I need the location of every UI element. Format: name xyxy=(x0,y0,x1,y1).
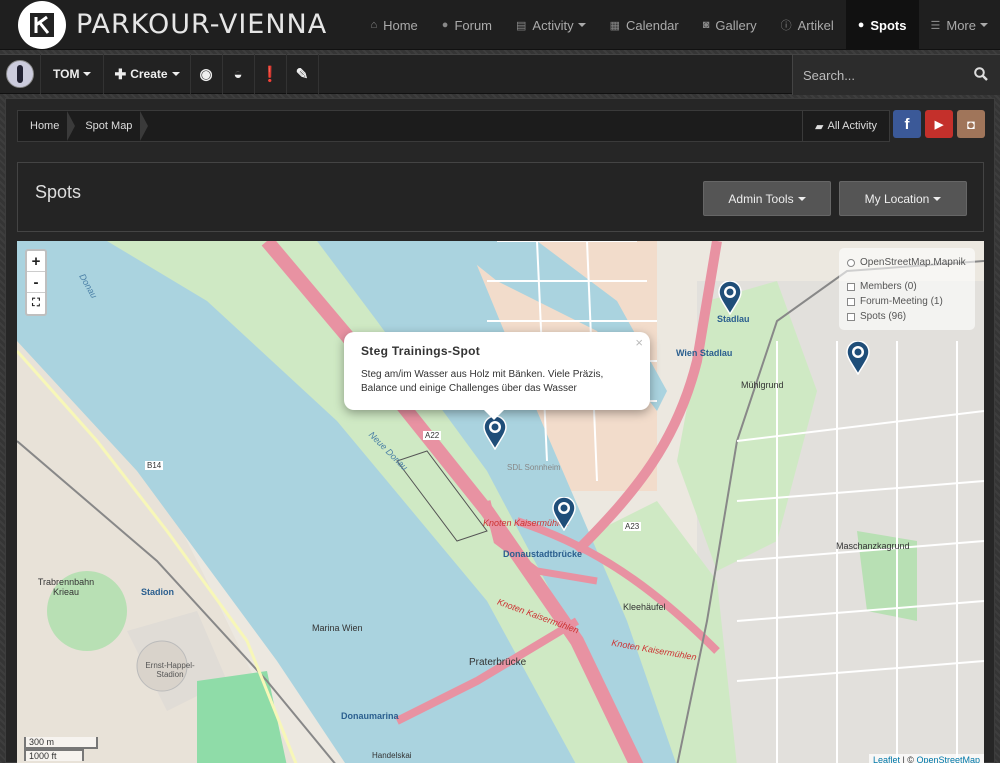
checkbox-icon xyxy=(847,297,855,306)
home-icon: ⌂ xyxy=(370,19,378,31)
map-label-a22: A22 xyxy=(423,431,442,440)
caret-down-icon xyxy=(577,23,586,27)
youtube-icon[interactable]: ▶ xyxy=(925,110,953,138)
spot-map[interactable]: Donaustadtbrücke Praterbrücke Kleehäufel… xyxy=(17,241,984,763)
map-label-donaumarina: Donaumarina xyxy=(341,711,399,721)
comments-icon: ● xyxy=(441,19,449,31)
calendar-icon: ▦ xyxy=(609,19,620,32)
map-label-marina-wien: Marina Wien xyxy=(312,623,363,633)
map-label-a23: A23 xyxy=(623,522,642,531)
page-header: Spots Admin Tools My Location xyxy=(17,162,984,232)
map-label-wien-stadlau: Wien Stadlau xyxy=(676,348,733,358)
create-menu[interactable]: ✚ Create xyxy=(104,54,191,94)
instagram-icon[interactable]: ◘ xyxy=(957,110,985,138)
caret-down-icon xyxy=(980,23,988,27)
popup-description: Steg am/im Wasser aus Holz mit Bänken. V… xyxy=(361,369,604,394)
map-label-sdl: SDL Sonnheim xyxy=(507,463,561,472)
map-label-ernst-happel: Ernst-Happel-Stadion xyxy=(145,661,195,679)
user-bar: TOM ✚ Create ◉ ◒ ❗ ✎ xyxy=(0,54,1000,95)
spot-marker-icon[interactable] xyxy=(846,341,870,375)
osm-link[interactable]: OpenStreetMap xyxy=(916,755,980,763)
leaflet-link[interactable]: Leaflet xyxy=(873,755,900,763)
main-nav: ⌂ Home ● Forum ▤ Activity ▦ Calendar ◙ Galler… xyxy=(358,0,1000,50)
caret-down-icon xyxy=(83,72,92,76)
breadcrumb-spot-map[interactable]: Spot Map xyxy=(73,111,149,141)
map-marker-icon: ● xyxy=(857,19,865,31)
checkbox-icon xyxy=(847,282,855,291)
site-logo[interactable]: PARKOUR-VIENNA xyxy=(18,0,328,49)
map-scale: 300 m 1000 ft xyxy=(24,737,98,761)
close-icon[interactable]: × xyxy=(635,335,643,350)
nav-spots[interactable]: ● Spots xyxy=(845,0,919,50)
nav-forum[interactable]: ● Forum xyxy=(430,0,504,50)
layer-base-option[interactable]: OpenStreetMap.Mapnik xyxy=(847,255,967,270)
caret-down-icon xyxy=(797,196,806,201)
folder-icon: ▰ xyxy=(815,120,824,133)
map-label-trabrennbahn: Trabrennbahn Krieau xyxy=(37,577,95,597)
user-avatar-button[interactable] xyxy=(0,54,41,94)
user-menu[interactable]: TOM xyxy=(41,54,105,94)
spot-marker-icon[interactable] xyxy=(718,281,742,315)
inbox-icon[interactable]: ◒ xyxy=(223,54,255,94)
layer-control: OpenStreetMap.Mapnik Members (0) Forum-M… xyxy=(839,248,975,330)
nav-home[interactable]: ⌂ Home xyxy=(358,0,429,50)
caret-down-icon xyxy=(933,196,942,201)
avatar xyxy=(6,60,34,88)
logo-icon xyxy=(18,0,66,49)
search-box xyxy=(792,55,1000,95)
site-brand: PARKOUR-VIENNA xyxy=(76,9,328,40)
map-label-donaustadtbruecke: Donaustadtbrücke xyxy=(503,549,583,559)
nav-calendar[interactable]: ▦ Calendar xyxy=(598,0,691,50)
layer-members-checkbox[interactable]: Members (0) xyxy=(847,279,967,294)
caret-down-icon xyxy=(171,72,180,76)
radio-icon xyxy=(847,258,855,267)
all-activity-link[interactable]: ▰ All Activity xyxy=(802,111,889,141)
nav-artikel[interactable]: ⓘ Artikel xyxy=(769,0,846,50)
map-label-kleehaeufel: Kleehäufel xyxy=(623,602,666,612)
map-label-praterbruecke: Praterbrücke xyxy=(469,657,527,668)
spot-marker-icon[interactable] xyxy=(552,497,576,531)
zoom-out-button[interactable]: - xyxy=(27,272,45,293)
info-icon: ⓘ xyxy=(780,20,792,32)
notifications-icon[interactable]: ❗ xyxy=(255,54,287,94)
map-attribution: Leaflet | © OpenStreetMap xyxy=(868,754,984,763)
content-panel: Home Spot Map ▰ All Activity f ▶ ◘ Spots … xyxy=(5,98,995,763)
brush-icon[interactable]: ✎ xyxy=(287,54,319,94)
search-icon[interactable] xyxy=(974,67,988,81)
map-label-b14: B14 xyxy=(145,461,164,470)
map-label-muehlgrund: Mühlgrund xyxy=(741,380,784,390)
spot-marker-icon[interactable] xyxy=(483,416,507,450)
search-input[interactable] xyxy=(793,67,963,83)
spot-popup: × Steg Trainings-Spot Steg am/im Wasser … xyxy=(344,332,650,420)
popup-title: Steg Trainings-Spot xyxy=(361,344,481,358)
checkbox-icon xyxy=(847,312,855,321)
breadcrumb: Home Spot Map ▰ All Activity xyxy=(17,110,890,142)
page-title: Spots xyxy=(35,182,82,202)
nav-activity[interactable]: ▤ Activity xyxy=(504,0,598,50)
plus-icon: ✚ xyxy=(114,65,127,82)
nav-more[interactable]: ☰ More xyxy=(919,0,1000,50)
top-navbar: PARKOUR-VIENNA ⌂ Home ● Forum ▤ Activity ▦ C… xyxy=(0,0,1000,50)
breadcrumb-home[interactable]: Home xyxy=(18,111,76,141)
file-icon: ▤ xyxy=(516,19,527,32)
map-label-maschanzkagrund: Maschanzkagrund xyxy=(836,541,910,551)
zoom-control: + - ⛶ xyxy=(25,249,47,316)
map-label-handelskai: Handelskai xyxy=(372,751,412,760)
fullscreen-icon[interactable]: ⛶ xyxy=(27,293,45,314)
camera-icon: ◙ xyxy=(702,19,710,31)
nav-gallery[interactable]: ◙ Gallery xyxy=(691,0,769,50)
layer-forum-meeting-checkbox[interactable]: Forum-Meeting (1) xyxy=(847,294,967,309)
facebook-icon[interactable]: f xyxy=(893,110,921,138)
admin-tools-button[interactable]: Admin Tools xyxy=(703,181,831,216)
my-location-button[interactable]: My Location xyxy=(839,181,967,216)
map-label-stadlau: Stadlau xyxy=(717,314,750,324)
layer-spots-checkbox[interactable]: Spots (96) xyxy=(847,309,967,324)
zoom-in-button[interactable]: + xyxy=(27,251,45,272)
map-label-stadion: Stadion xyxy=(141,587,174,597)
globe-icon[interactable]: ◉ xyxy=(191,54,223,94)
menu-icon: ☰ xyxy=(930,19,941,32)
